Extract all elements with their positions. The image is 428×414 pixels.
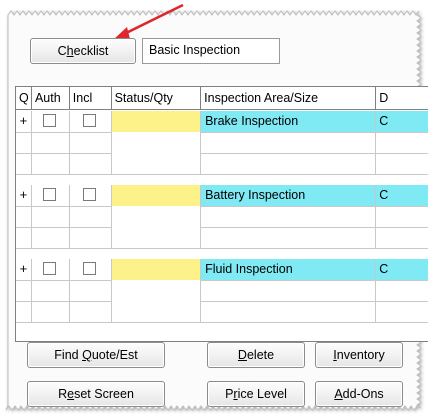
inspection-area-cell: Fluid Inspection bbox=[201, 259, 377, 280]
auth-cell bbox=[32, 206, 70, 227]
d-cell: C bbox=[376, 259, 428, 280]
price-level-button[interactable]: Price Level bbox=[207, 381, 305, 407]
find-quote-button[interactable]: Find Quote/Est bbox=[27, 342, 165, 368]
incl-cell bbox=[70, 280, 112, 301]
checklist-button[interactable]: Checklist bbox=[30, 38, 136, 64]
delete-label: Delete bbox=[237, 348, 275, 362]
status-qty-cell bbox=[111, 301, 202, 322]
auth-checkbox[interactable] bbox=[43, 188, 57, 201]
inspection-area-cell bbox=[201, 153, 377, 174]
reset-screen-button[interactable]: Reset Screen bbox=[27, 381, 165, 407]
q-cell bbox=[16, 227, 32, 248]
col-header-d[interactable]: D bbox=[376, 87, 428, 109]
incl-cell bbox=[70, 227, 112, 248]
q-cell bbox=[16, 280, 32, 301]
status-qty-cell bbox=[111, 153, 202, 174]
inspection-area-cell bbox=[201, 301, 377, 322]
add-ons-button[interactable]: Add-Ons bbox=[315, 381, 403, 407]
price-level-label: Price Level bbox=[225, 387, 287, 401]
checklist-name-value: Basic Inspection bbox=[149, 43, 241, 57]
inspection-area-cell bbox=[201, 132, 377, 153]
status-qty-cell bbox=[111, 259, 202, 280]
auth-checkbox[interactable] bbox=[43, 114, 57, 127]
auth-cell bbox=[32, 153, 70, 174]
auth-cell bbox=[32, 185, 70, 206]
table-row-blank[interactable] bbox=[16, 132, 428, 154]
inspection-grid[interactable]: Q Auth Incl Status/Qty Inspection Area/S… bbox=[15, 86, 428, 342]
q-cell bbox=[16, 153, 32, 174]
d-cell bbox=[376, 132, 428, 153]
reset-screen-label: Reset Screen bbox=[58, 387, 134, 401]
inventory-label: Inventory bbox=[333, 348, 385, 362]
table-row-blank[interactable] bbox=[16, 280, 428, 302]
table-row-blank[interactable] bbox=[16, 153, 428, 175]
d-cell bbox=[376, 206, 428, 227]
table-row[interactable]: + Battery Inspection C bbox=[16, 185, 428, 207]
table-row[interactable]: + Brake Inspection C bbox=[16, 111, 428, 133]
col-header-auth[interactable]: Auth bbox=[32, 87, 70, 109]
expand-plus-icon[interactable]: + bbox=[16, 259, 32, 280]
auth-cell bbox=[32, 132, 70, 153]
incl-checkbox[interactable] bbox=[83, 188, 97, 201]
d-cell bbox=[376, 301, 428, 322]
incl-cell bbox=[70, 259, 112, 280]
status-qty-cell bbox=[111, 185, 202, 206]
incl-cell bbox=[70, 132, 112, 153]
checklist-button-label: Checklist bbox=[57, 44, 109, 58]
checklist-name-field: Basic Inspection bbox=[142, 38, 280, 64]
inspection-area-cell bbox=[201, 227, 377, 248]
auth-cell bbox=[32, 111, 70, 132]
table-row[interactable]: + Fluid Inspection C bbox=[16, 259, 428, 281]
inspection-area-cell bbox=[201, 280, 377, 301]
status-qty-cell bbox=[111, 111, 202, 132]
grid-header: Q Auth Incl Status/Qty Inspection Area/S… bbox=[16, 87, 428, 110]
incl-cell bbox=[70, 206, 112, 227]
d-cell bbox=[376, 153, 428, 174]
auth-cell bbox=[32, 259, 70, 280]
col-header-q[interactable]: Q bbox=[16, 87, 32, 109]
auth-checkbox[interactable] bbox=[43, 262, 57, 275]
q-cell bbox=[16, 301, 32, 322]
status-qty-cell bbox=[111, 227, 202, 248]
incl-checkbox[interactable] bbox=[83, 114, 97, 127]
delete-button[interactable]: Delete bbox=[207, 342, 305, 368]
d-cell: C bbox=[376, 185, 428, 206]
expand-plus-icon[interactable]: + bbox=[16, 185, 32, 206]
find-quote-label: Find Quote/Est bbox=[54, 348, 138, 362]
add-ons-label: Add-Ons bbox=[334, 387, 384, 401]
auth-cell bbox=[32, 227, 70, 248]
q-cell bbox=[16, 206, 32, 227]
col-header-inspection-area[interactable]: Inspection Area/Size bbox=[201, 87, 377, 109]
q-cell bbox=[16, 132, 32, 153]
status-qty-cell bbox=[111, 280, 202, 301]
incl-cell bbox=[70, 153, 112, 174]
status-qty-cell bbox=[111, 206, 202, 227]
d-cell: C bbox=[376, 111, 428, 132]
incl-cell bbox=[70, 111, 112, 132]
inspection-area-cell: Battery Inspection bbox=[201, 185, 377, 206]
expand-plus-icon[interactable]: + bbox=[16, 111, 32, 132]
inspection-area-cell bbox=[201, 206, 377, 227]
incl-checkbox[interactable] bbox=[83, 262, 97, 275]
d-cell bbox=[376, 227, 428, 248]
auth-cell bbox=[32, 280, 70, 301]
inspection-area-cell: Brake Inspection bbox=[201, 111, 377, 132]
table-row-blank[interactable] bbox=[16, 206, 428, 228]
col-header-status-qty[interactable]: Status/Qty bbox=[112, 87, 202, 109]
status-qty-cell bbox=[111, 132, 202, 153]
inventory-button[interactable]: Inventory bbox=[315, 342, 403, 368]
incl-cell bbox=[70, 301, 112, 322]
col-header-incl[interactable]: Incl bbox=[70, 87, 112, 109]
d-cell bbox=[376, 280, 428, 301]
table-row-blank[interactable] bbox=[16, 227, 428, 249]
auth-cell bbox=[32, 301, 70, 322]
table-row-blank[interactable] bbox=[16, 301, 428, 323]
incl-cell bbox=[70, 185, 112, 206]
